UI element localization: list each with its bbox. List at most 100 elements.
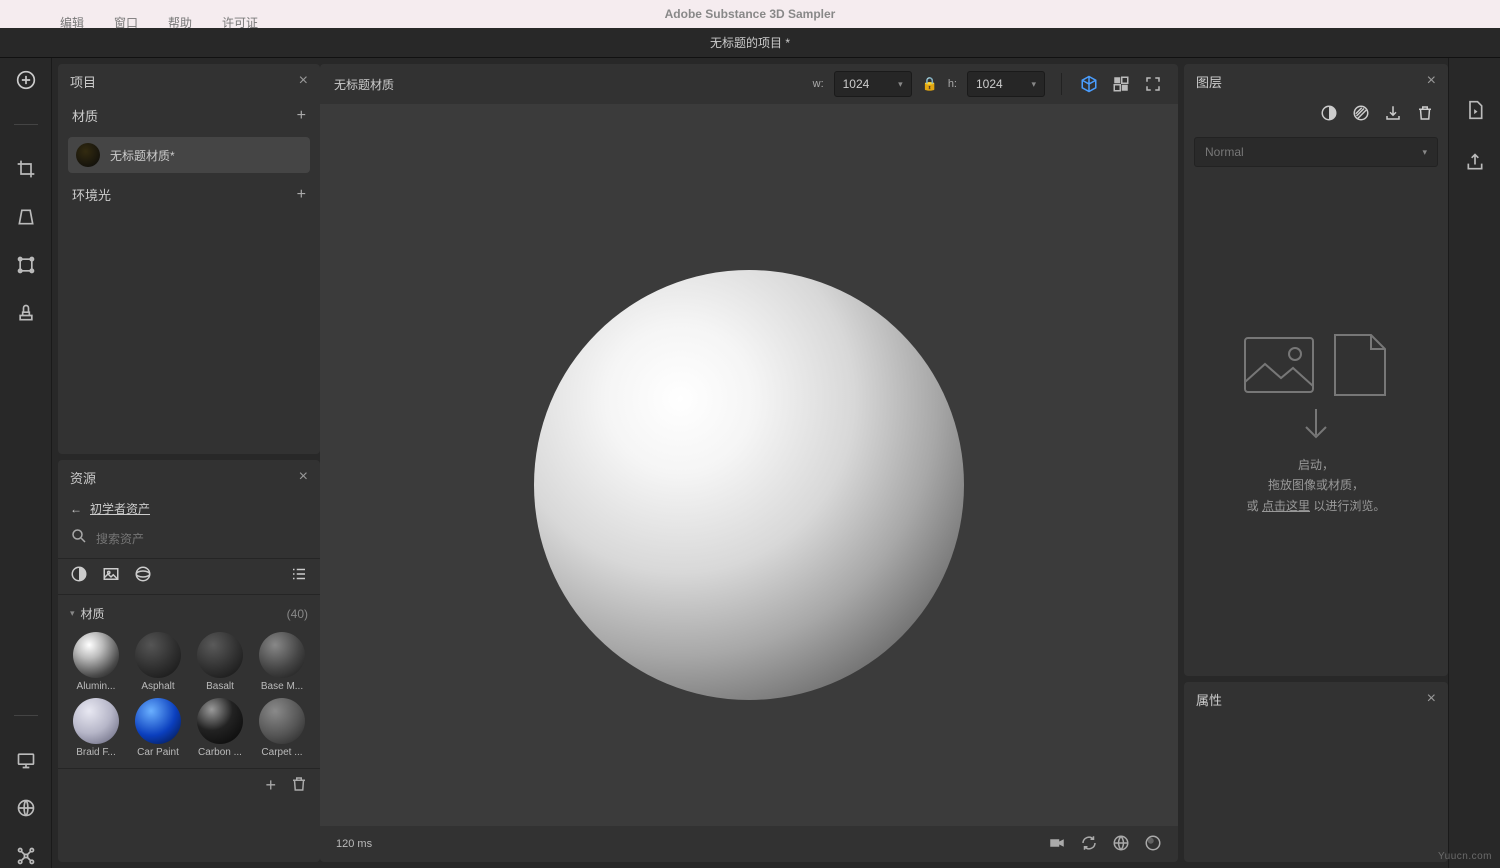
globe-icon[interactable] bbox=[14, 796, 38, 820]
grid-2d-icon[interactable] bbox=[1110, 73, 1132, 95]
width-select[interactable]: 1024▾ bbox=[834, 71, 912, 97]
asset-thumb bbox=[135, 632, 181, 678]
transform-icon[interactable] bbox=[14, 253, 38, 277]
camera-icon[interactable] bbox=[1048, 834, 1066, 855]
browse-link[interactable]: 点击这里 bbox=[1262, 499, 1310, 513]
sphere-preview-icon[interactable] bbox=[1144, 834, 1162, 855]
asset-thumb bbox=[259, 698, 305, 744]
asset-label: Alumin... bbox=[70, 681, 122, 692]
filter-contrast-icon[interactable] bbox=[70, 565, 88, 588]
stamp-icon[interactable] bbox=[14, 301, 38, 325]
properties-panel: 属性 × bbox=[1184, 682, 1448, 862]
list-view-icon[interactable] bbox=[290, 565, 308, 588]
add-material-button[interactable]: + bbox=[297, 107, 306, 125]
asset-item[interactable]: Car Paint bbox=[130, 698, 186, 758]
project-panel-title: 项目 bbox=[70, 72, 96, 91]
asset-thumb bbox=[259, 632, 305, 678]
file-placeholder-icon bbox=[1331, 331, 1389, 399]
filter-image-icon[interactable] bbox=[102, 565, 120, 588]
breadcrumb[interactable]: 初学者资产 bbox=[90, 500, 150, 517]
asset-item[interactable]: Base M... bbox=[254, 632, 310, 692]
layers-panel: 图层 × Normal▾ 启动， 拖放图像或材质， bbox=[1184, 64, 1448, 676]
asset-label: Base M... bbox=[256, 681, 308, 692]
fullscreen-icon[interactable] bbox=[1142, 73, 1164, 95]
arrow-down-icon bbox=[1301, 407, 1331, 443]
export-file-icon[interactable] bbox=[1463, 98, 1487, 122]
menu-license[interactable]: 许可证 bbox=[222, 14, 258, 31]
project-panel: 项目 × 材质 + 无标题材质* 环境光 + bbox=[58, 64, 320, 454]
contrast-icon[interactable] bbox=[1320, 104, 1338, 127]
resources-panel: 资源 × ← 初学者资产 ▾ 材质 (40) Alumin bbox=[58, 460, 320, 862]
hatch-icon[interactable] bbox=[1352, 104, 1370, 127]
crop-icon[interactable] bbox=[14, 157, 38, 181]
viewport-3d[interactable] bbox=[320, 104, 1178, 826]
asset-label: Basalt bbox=[194, 681, 246, 692]
asset-thumb bbox=[73, 698, 119, 744]
viewport-material-name: 无标题材质 bbox=[334, 76, 394, 93]
asset-grid: Alumin... Asphalt Basalt Base M... Braid F..… bbox=[58, 626, 320, 768]
refresh-icon[interactable] bbox=[1080, 834, 1098, 855]
asset-label: Carbon ... bbox=[194, 747, 246, 758]
filter-sphere-icon[interactable] bbox=[134, 565, 152, 588]
asset-item[interactable]: Asphalt bbox=[130, 632, 186, 692]
add-button[interactable] bbox=[14, 68, 38, 92]
right-toolbar bbox=[1448, 58, 1500, 868]
asset-item[interactable]: Carpet ... bbox=[254, 698, 310, 758]
cube-3d-icon[interactable] bbox=[1078, 73, 1100, 95]
perspective-icon[interactable] bbox=[14, 205, 38, 229]
materials-section: 材质 bbox=[72, 106, 98, 125]
project-name: 无标题的项目 * bbox=[710, 34, 790, 51]
project-title-bar: 编辑 窗口 帮助 许可证 无标题的项目 * bbox=[0, 28, 1500, 58]
close-icon[interactable]: × bbox=[299, 72, 308, 90]
asset-item[interactable]: Braid F... bbox=[68, 698, 124, 758]
asset-label: Asphalt bbox=[132, 681, 184, 692]
menu-edit[interactable]: 编辑 bbox=[60, 14, 84, 31]
asset-item[interactable]: Basalt bbox=[192, 632, 248, 692]
asset-thumb bbox=[73, 632, 119, 678]
add-env-button[interactable]: + bbox=[297, 186, 306, 204]
share-icon[interactable] bbox=[1463, 150, 1487, 174]
image-placeholder-icon bbox=[1243, 336, 1315, 394]
material-thumb bbox=[76, 143, 100, 167]
category-label: 材质 bbox=[81, 605, 105, 622]
search-icon bbox=[70, 527, 88, 550]
preview-sphere bbox=[534, 270, 964, 700]
search-input[interactable] bbox=[96, 532, 308, 546]
add-asset-button[interactable]: + bbox=[265, 775, 276, 798]
blend-mode-select[interactable]: Normal▾ bbox=[1194, 137, 1438, 167]
import-icon[interactable] bbox=[1384, 104, 1402, 127]
asset-thumb bbox=[197, 698, 243, 744]
graph-icon[interactable] bbox=[14, 844, 38, 868]
menu-help[interactable]: 帮助 bbox=[168, 14, 192, 31]
globe-wire-icon[interactable] bbox=[1112, 834, 1130, 855]
height-label: h: bbox=[948, 78, 957, 90]
asset-item[interactable]: Alumin... bbox=[68, 632, 124, 692]
asset-thumb bbox=[135, 698, 181, 744]
asset-item[interactable]: Carbon ... bbox=[192, 698, 248, 758]
material-item[interactable]: 无标题材质* bbox=[68, 137, 310, 173]
env-section: 环境光 bbox=[72, 185, 111, 204]
close-icon[interactable]: × bbox=[1427, 72, 1436, 90]
hint-line2: 拖放图像或材质， bbox=[1247, 475, 1386, 495]
asset-label: Braid F... bbox=[70, 747, 122, 758]
back-icon[interactable]: ← bbox=[70, 502, 82, 516]
properties-title: 属性 bbox=[1196, 690, 1222, 709]
height-select[interactable]: 1024▾ bbox=[967, 71, 1045, 97]
render-time: 120 ms bbox=[336, 838, 372, 850]
delete-asset-button[interactable] bbox=[290, 775, 308, 798]
separator bbox=[14, 715, 38, 716]
menu-window[interactable]: 窗口 bbox=[114, 14, 138, 31]
asset-label: Car Paint bbox=[132, 747, 184, 758]
chevron-down-icon[interactable]: ▾ bbox=[70, 608, 75, 619]
left-toolbar bbox=[0, 58, 52, 868]
width-label: w: bbox=[813, 78, 824, 90]
close-icon[interactable]: × bbox=[299, 468, 308, 486]
resources-title: 资源 bbox=[70, 468, 96, 487]
close-icon[interactable]: × bbox=[1427, 690, 1436, 708]
lock-icon[interactable]: 🔒 bbox=[922, 76, 938, 92]
asset-label: Carpet ... bbox=[256, 747, 308, 758]
layer-drop-area[interactable]: 启动， 拖放图像或材质， 或 点击这里 以进行浏览。 bbox=[1184, 171, 1448, 676]
trash-icon[interactable] bbox=[1416, 104, 1434, 127]
display-icon[interactable] bbox=[14, 748, 38, 772]
app-title: Adobe Substance 3D Sampler bbox=[665, 7, 836, 21]
